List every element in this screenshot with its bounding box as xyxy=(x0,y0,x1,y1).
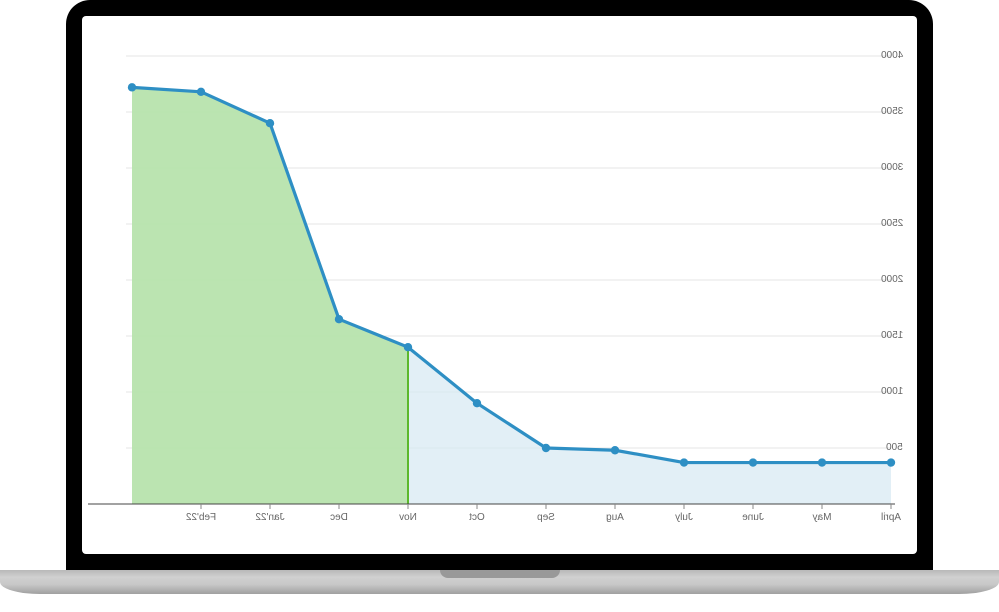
chart-container: 5001000150020002500300035004000AprilMayJ… xyxy=(82,16,917,554)
chart-screen: 5001000150020002500300035004000AprilMayJ… xyxy=(82,16,917,554)
area-chart xyxy=(82,16,917,554)
laptop-notch xyxy=(440,570,560,578)
laptop-frame: 5001000150020002500300035004000AprilMayJ… xyxy=(66,0,933,570)
